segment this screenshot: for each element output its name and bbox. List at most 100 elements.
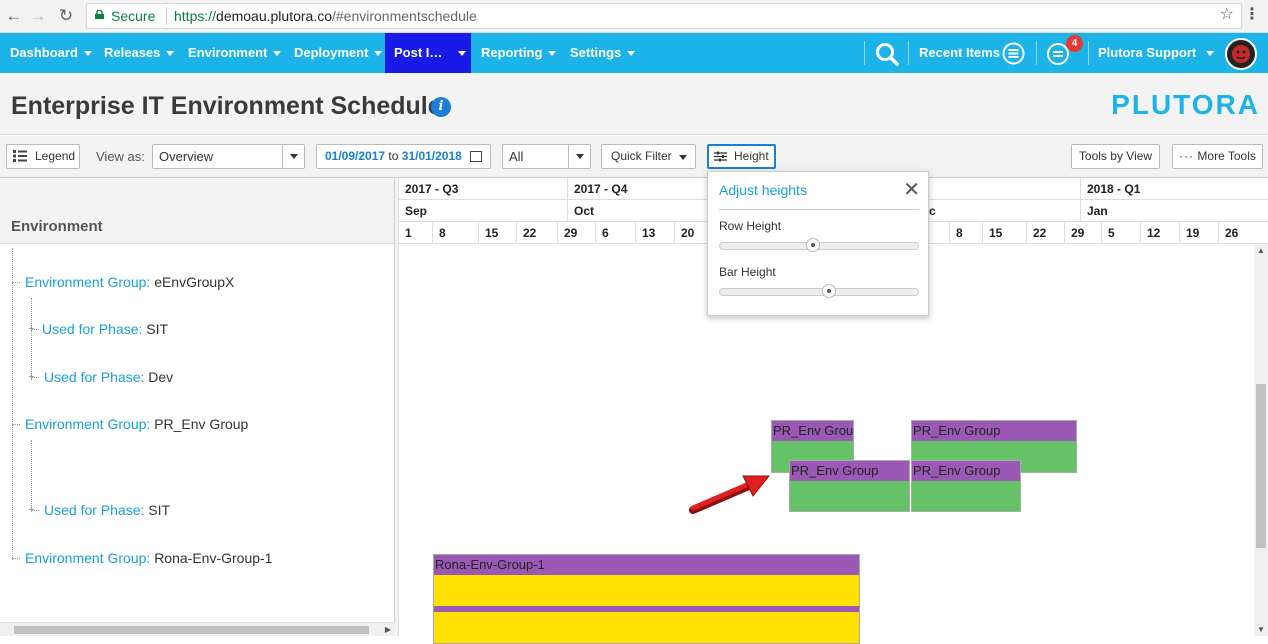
bar-label: PR_Env Group (913, 463, 1001, 478)
forward-arrow-icon[interactable]: → (28, 6, 48, 26)
day-cell: 20 (674, 222, 694, 244)
date-range-picker[interactable]: 01/09/2017 to 31/01/2018 (316, 144, 491, 169)
quarter-cell: 2017 - Q3 (405, 182, 459, 196)
quick-filter-label: Quick Filter (611, 149, 672, 163)
tools-by-view-button[interactable]: Tools by View (1071, 144, 1160, 169)
tree-item-phase[interactable]: Used for Phase: SIT (42, 321, 168, 337)
scroll-up-icon[interactable]: ▲ (1257, 246, 1265, 255)
more-tools-button[interactable]: ··· More Tools (1172, 144, 1263, 169)
popup-divider (719, 209, 919, 210)
reload-icon[interactable]: ↻ (56, 6, 76, 26)
schedule-bar[interactable]: Rona-Env-Group-1 (433, 554, 860, 644)
secure-label: Secure (111, 8, 156, 24)
url-text: https://demoau.plutora.co/#environmentsc… (174, 8, 477, 24)
schedule-bar[interactable]: PR_Env Group (911, 460, 1021, 512)
main-navigation: Dashboard Releases Environment Deploymen… (0, 33, 1268, 73)
nav-settings-label: Settings (570, 45, 622, 60)
chevron-down-icon (627, 51, 636, 57)
height-button[interactable]: Height (707, 144, 776, 169)
tree-item-env-group[interactable]: Environment Group: PR_Env Group (25, 416, 248, 432)
quick-filter-button[interactable]: Quick Filter (601, 144, 696, 169)
bar-divider (434, 606, 859, 612)
chevron-down-icon (273, 51, 282, 57)
nav-environment[interactable]: Environment (188, 33, 282, 73)
scrollbar-thumb[interactable] (14, 626, 369, 634)
calendar-icon (470, 151, 482, 162)
slider-handle[interactable] (822, 284, 837, 298)
search-icon[interactable] (874, 41, 900, 67)
annotation-arrow-icon (689, 475, 771, 514)
bar-label: PR_Env Grou (773, 423, 853, 438)
nav-settings[interactable]: Settings (570, 33, 636, 73)
nav-reporting[interactable]: Reporting (481, 33, 557, 73)
tree-connector (31, 440, 32, 510)
avatar[interactable] (1225, 38, 1257, 70)
scroll-right-icon[interactable]: ▶ (385, 625, 391, 634)
date-to-word: to (388, 149, 399, 163)
tree-value: Rona-Env-Group-1 (154, 550, 273, 566)
vertical-scrollbar[interactable]: ▲ ▼ (1254, 244, 1268, 636)
nav-deployment[interactable]: Deployment (294, 33, 383, 73)
bar-body (790, 481, 909, 511)
scrollbar-thumb[interactable] (1256, 384, 1266, 548)
legend-button[interactable]: Legend (6, 144, 80, 169)
day-cell: 5 (1101, 222, 1115, 244)
tree-branch (31, 377, 39, 378)
view-as-value: Overview (159, 149, 214, 164)
chevron-down-icon (374, 51, 383, 57)
date-from: 01/09/2017 (325, 149, 386, 163)
page-header: Enterprise IT Environment Schedule i PLU… (0, 73, 1268, 135)
chevron-down-icon (282, 145, 304, 168)
nav-releases[interactable]: Releases (104, 33, 175, 73)
back-arrow-icon[interactable]: ← (4, 6, 24, 26)
month-cell: Sep (405, 204, 428, 218)
close-icon[interactable]: ✕ (903, 180, 920, 200)
bookmark-star-icon[interactable]: ☆ (1220, 4, 1234, 24)
slider-handle[interactable] (805, 238, 820, 252)
day-cell: 13 (635, 222, 655, 244)
nav-post-implementation[interactable]: Post I… (385, 33, 471, 73)
url-divider (166, 7, 167, 25)
tree-item-env-group[interactable]: Environment Group: Rona-Env-Group-1 (25, 550, 272, 566)
tree-value: Dev (148, 369, 174, 385)
user-menu[interactable]: Plutora Support (1098, 33, 1215, 73)
list-circle-icon[interactable] (1002, 42, 1025, 65)
more-tools-label: More Tools (1197, 149, 1256, 163)
horizontal-scrollbar[interactable]: ▶ (0, 622, 395, 636)
tree-key: Used for Phase: (44, 502, 145, 518)
url-path: /#environmentschedule (332, 8, 477, 24)
nav-divider (908, 41, 909, 65)
view-as-select[interactable]: Overview (152, 144, 305, 169)
month-cell: Jan (1080, 200, 1108, 222)
popup-title: Adjust heights (719, 182, 807, 198)
tools-by-view-label: Tools by View (1078, 149, 1153, 163)
nav-post-label: Post I… (394, 45, 443, 60)
chevron-down-icon (166, 51, 175, 57)
height-label: Height (734, 149, 769, 163)
row-height-slider[interactable] (719, 238, 919, 252)
bar-height-slider[interactable] (719, 284, 919, 298)
tree-value: SIT (146, 321, 169, 337)
filter-value: All (509, 149, 524, 164)
nav-dashboard[interactable]: Dashboard (10, 33, 92, 73)
tree-item-phase[interactable]: Used for Phase: SIT (44, 502, 170, 518)
date-to: 31/01/2018 (401, 149, 462, 163)
tree-item-phase[interactable]: Used for Phase: Dev (44, 369, 173, 385)
lock-icon (95, 10, 104, 19)
user-name: Plutora Support (1098, 45, 1197, 60)
scroll-down-icon[interactable]: ▼ (1257, 625, 1265, 634)
recent-items-button[interactable]: Recent Items (919, 33, 1000, 73)
filter-select[interactable]: All (502, 144, 591, 169)
schedule-bar[interactable]: PR_Env Group (789, 460, 910, 512)
environment-header-label: Environment (11, 218, 103, 235)
chevron-down-icon (83, 51, 92, 57)
nav-dashboard-label: Dashboard (10, 45, 78, 60)
info-icon[interactable]: i (431, 97, 451, 117)
tree-branch (12, 282, 20, 283)
nav-divider (1088, 41, 1089, 65)
legend-icon (13, 150, 27, 162)
tree-branch (31, 510, 39, 511)
browser-menu-icon[interactable]: ⋮ (1244, 4, 1260, 24)
address-bar[interactable]: Secure https://demoau.plutora.co/#enviro… (86, 3, 1242, 29)
tree-item-env-group[interactable]: Environment Group: eEnvGroupX (25, 274, 234, 290)
